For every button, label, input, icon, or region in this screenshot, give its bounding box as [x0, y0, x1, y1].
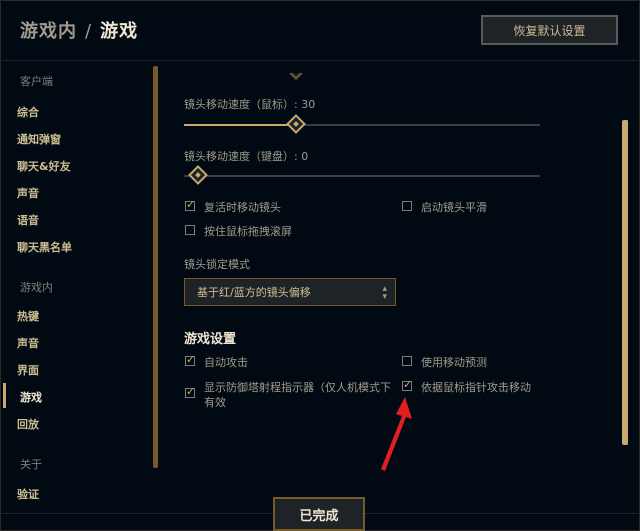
sidebar-item-sound-ingame[interactable]: 声音: [17, 335, 39, 351]
sidebar-item-chat-friends[interactable]: 聊天&好友: [17, 158, 71, 174]
sidebar-item-general[interactable]: 综合: [17, 104, 39, 120]
auto-attack-label: 自动攻击: [204, 356, 248, 369]
sidebar-group-about: 关于: [20, 458, 42, 471]
sidebar-item-game[interactable]: 游戏: [20, 389, 42, 405]
attack-move-cursor-label: 依据鼠标指针攻击移动: [421, 381, 531, 394]
tower-range-indicator-checkbox[interactable]: [185, 385, 195, 398]
camera-smoothing-label: 启动镜头平滑: [421, 201, 487, 214]
sidebar-item-chat-blocklist[interactable]: 聊天黑名单: [17, 239, 72, 255]
keyboard-camera-speed-label: 镜头移动速度（键盘）: 0: [184, 150, 309, 163]
annotation-arrow-icon: [381, 397, 412, 471]
auto-attack-checkbox[interactable]: [185, 353, 195, 366]
move-camera-on-revive-label: 复活时移动镜头: [204, 201, 281, 214]
sidebar-item-voice[interactable]: 语音: [17, 212, 39, 228]
camera-smoothing-checkbox[interactable]: [402, 201, 412, 211]
breadcrumb-current: 游戏: [100, 21, 139, 42]
restore-defaults-button[interactable]: 恢复默认设置: [481, 15, 618, 45]
window-frame: [0, 0, 640, 531]
header: 游戏内 / 游戏 恢复默认设置: [0, 0, 640, 60]
header-divider: [0, 60, 640, 61]
mouse-camera-speed-label: 镜头移动速度（鼠标）: 30: [184, 98, 316, 111]
select-updown-icon: ▴ ▾: [382, 284, 387, 302]
scroll-up-chevron-icon[interactable]: [288, 70, 304, 84]
sidebar-item-verification[interactable]: 验证: [17, 486, 39, 502]
drag-scroll-checkbox[interactable]: [185, 225, 195, 235]
mouse-camera-speed-fill: [184, 124, 296, 126]
done-button[interactable]: 已完成: [273, 497, 365, 531]
tower-range-indicator-label-line1: 显示防御塔射程指示器（仅人机模式下: [204, 381, 391, 394]
sidebar-item-sound-client[interactable]: 声音: [17, 185, 39, 201]
sidebar-active-indicator: [3, 383, 6, 408]
move-camera-on-revive-checkbox[interactable]: [185, 198, 195, 211]
breadcrumb: 游戏内 / 游戏: [20, 17, 138, 43]
camera-lock-mode-select[interactable]: 基于红/蓝方的镜头偏移 ▴ ▾: [184, 278, 396, 306]
tower-range-indicator-label-line2: 有效: [204, 396, 226, 409]
breadcrumb-parent[interactable]: 游戏内: [20, 21, 77, 42]
movement-prediction-checkbox[interactable]: [402, 356, 412, 366]
sidebar-group-client: 客户端: [20, 75, 53, 88]
drag-scroll-label: 按住鼠标拖拽滚屏: [204, 225, 292, 238]
sidebar-scrollbar[interactable]: [153, 66, 158, 468]
content-scrollbar-thumb[interactable]: [622, 120, 628, 445]
sidebar-group-ingame: 游戏内: [20, 281, 53, 294]
camera-lock-mode-value: 基于红/蓝方的镜头偏移: [197, 286, 311, 299]
movement-prediction-label: 使用移动预测: [421, 356, 487, 369]
breadcrumb-separator: /: [85, 21, 93, 42]
sidebar-item-notifications[interactable]: 通知弹窗: [17, 131, 61, 147]
sidebar-item-hotkeys[interactable]: 热键: [17, 308, 39, 324]
sidebar-item-interface[interactable]: 界面: [17, 362, 39, 378]
sidebar-item-replay[interactable]: 回放: [17, 416, 39, 432]
camera-lock-mode-label: 镜头锁定模式: [184, 258, 250, 271]
game-settings-title: 游戏设置: [184, 332, 237, 347]
attack-move-cursor-checkbox[interactable]: [402, 378, 412, 391]
keyboard-camera-speed-track[interactable]: [184, 175, 540, 177]
